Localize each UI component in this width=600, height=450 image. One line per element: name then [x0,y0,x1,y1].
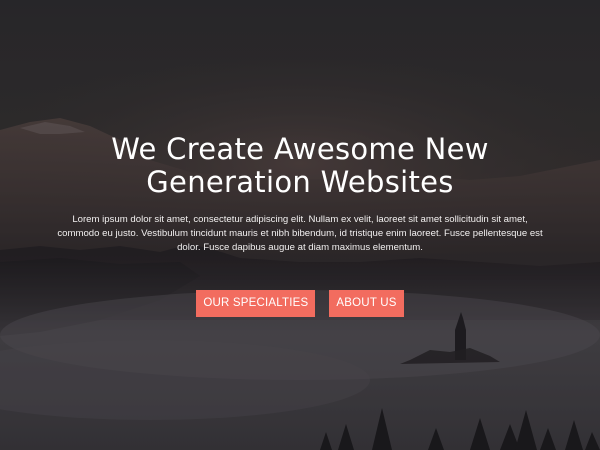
hero-title: We Create Awesome New Generation Website… [40,133,560,199]
hero-description: Lorem ipsum dolor sit amet, consectetur … [57,214,543,253]
hero-content: We Create Awesome New Generation Website… [0,133,600,317]
hero-title-line-1: We Create Awesome New [111,132,489,166]
our-specialties-button[interactable]: OUR SPECIALTIES [196,290,316,317]
about-us-button[interactable]: ABOUT US [329,290,404,317]
hero-section: We Create Awesome New Generation Website… [0,0,600,450]
hero-actions: OUR SPECIALTIES ABOUT US [0,290,600,317]
hero-title-line-2: Generation Websites [146,165,454,199]
